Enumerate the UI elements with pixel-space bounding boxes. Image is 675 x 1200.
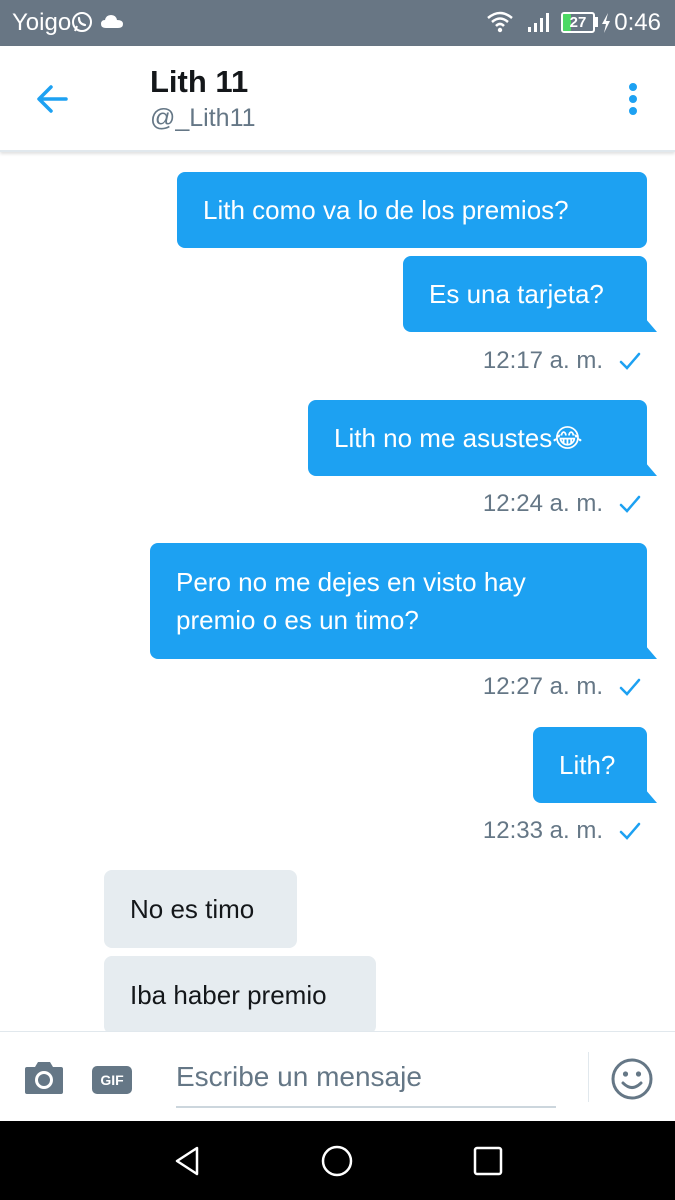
- emoji-icon[interactable]: [611, 1058, 653, 1100]
- message-text-line: premio o es un timo?: [176, 605, 419, 635]
- wifi-icon: [487, 11, 513, 33]
- contact-name[interactable]: Lith 11: [150, 64, 248, 100]
- more-vertical-icon[interactable]: [618, 80, 648, 120]
- sent-check-icon: [619, 678, 641, 696]
- composer-divider: [588, 1052, 589, 1102]
- message-bubble-outgoing[interactable]: Lith?: [533, 727, 657, 803]
- sent-check-icon: [619, 822, 641, 840]
- message-composer: GIF: [0, 1031, 675, 1121]
- message-bubble-incoming[interactable]: Iba haber premio: [104, 956, 376, 1031]
- message-text: No es timo: [130, 894, 255, 924]
- gif-icon[interactable]: GIF: [92, 1066, 132, 1094]
- contact-handle[interactable]: @_Lith11: [150, 104, 256, 133]
- back-arrow-icon[interactable]: [32, 78, 74, 120]
- message-text: Lith?: [559, 750, 616, 780]
- cloud-icon: [101, 15, 123, 28]
- carrier-name: Yoigo: [12, 9, 72, 36]
- battery-tip: [595, 17, 598, 27]
- message-text: Lith como va lo de los premios?: [203, 195, 569, 225]
- home-circle-icon[interactable]: [319, 1143, 355, 1179]
- message-text: Es una tarjeta?: [429, 279, 604, 309]
- message-timestamp: 12:24 a. m.: [482, 490, 603, 517]
- message-timestamp: 12:27 a. m.: [482, 673, 603, 700]
- message-bubble-outgoing[interactable]: Es una tarjeta?: [403, 256, 657, 332]
- message-input[interactable]: [176, 1048, 556, 1108]
- sent-check-icon: [619, 495, 641, 513]
- status-bar: Yoigo 27 0:46: [0, 0, 675, 46]
- battery-level: 27: [569, 14, 587, 31]
- whatsapp-icon: [72, 12, 92, 32]
- battery-icon: 27: [561, 12, 595, 33]
- message-text: Iba haber premio: [130, 980, 327, 1010]
- message-bubble-outgoing[interactable]: Lith como va lo de los premios?: [177, 172, 647, 248]
- message-timestamp: 12:17 a. m.: [482, 347, 603, 374]
- message-bubble-incoming[interactable]: No es timo: [104, 870, 297, 948]
- message-timestamp: 12:33 a. m.: [482, 817, 603, 844]
- message-bubble-outgoing[interactable]: Pero no me dejes en visto hay premio o e…: [150, 543, 657, 659]
- charging-icon: [602, 13, 610, 33]
- signal-icon: [528, 13, 549, 32]
- message-text-line: Pero no me dejes en visto hay: [176, 567, 526, 597]
- back-triangle-icon[interactable]: [169, 1143, 205, 1179]
- clock: 0:46: [614, 9, 661, 36]
- sent-check-icon: [619, 352, 641, 370]
- system-nav-bar: [0, 1121, 675, 1200]
- message-text: Lith no me asustes😂: [334, 423, 583, 453]
- message-bubble-outgoing[interactable]: Lith no me asustes😂: [308, 400, 657, 476]
- conversation-header: Lith 11 @_Lith11: [0, 46, 675, 152]
- camera-icon[interactable]: [22, 1061, 66, 1095]
- message-list[interactable]: Lith como va lo de los premios? Es una t…: [0, 152, 675, 1031]
- recents-square-icon[interactable]: [470, 1143, 506, 1179]
